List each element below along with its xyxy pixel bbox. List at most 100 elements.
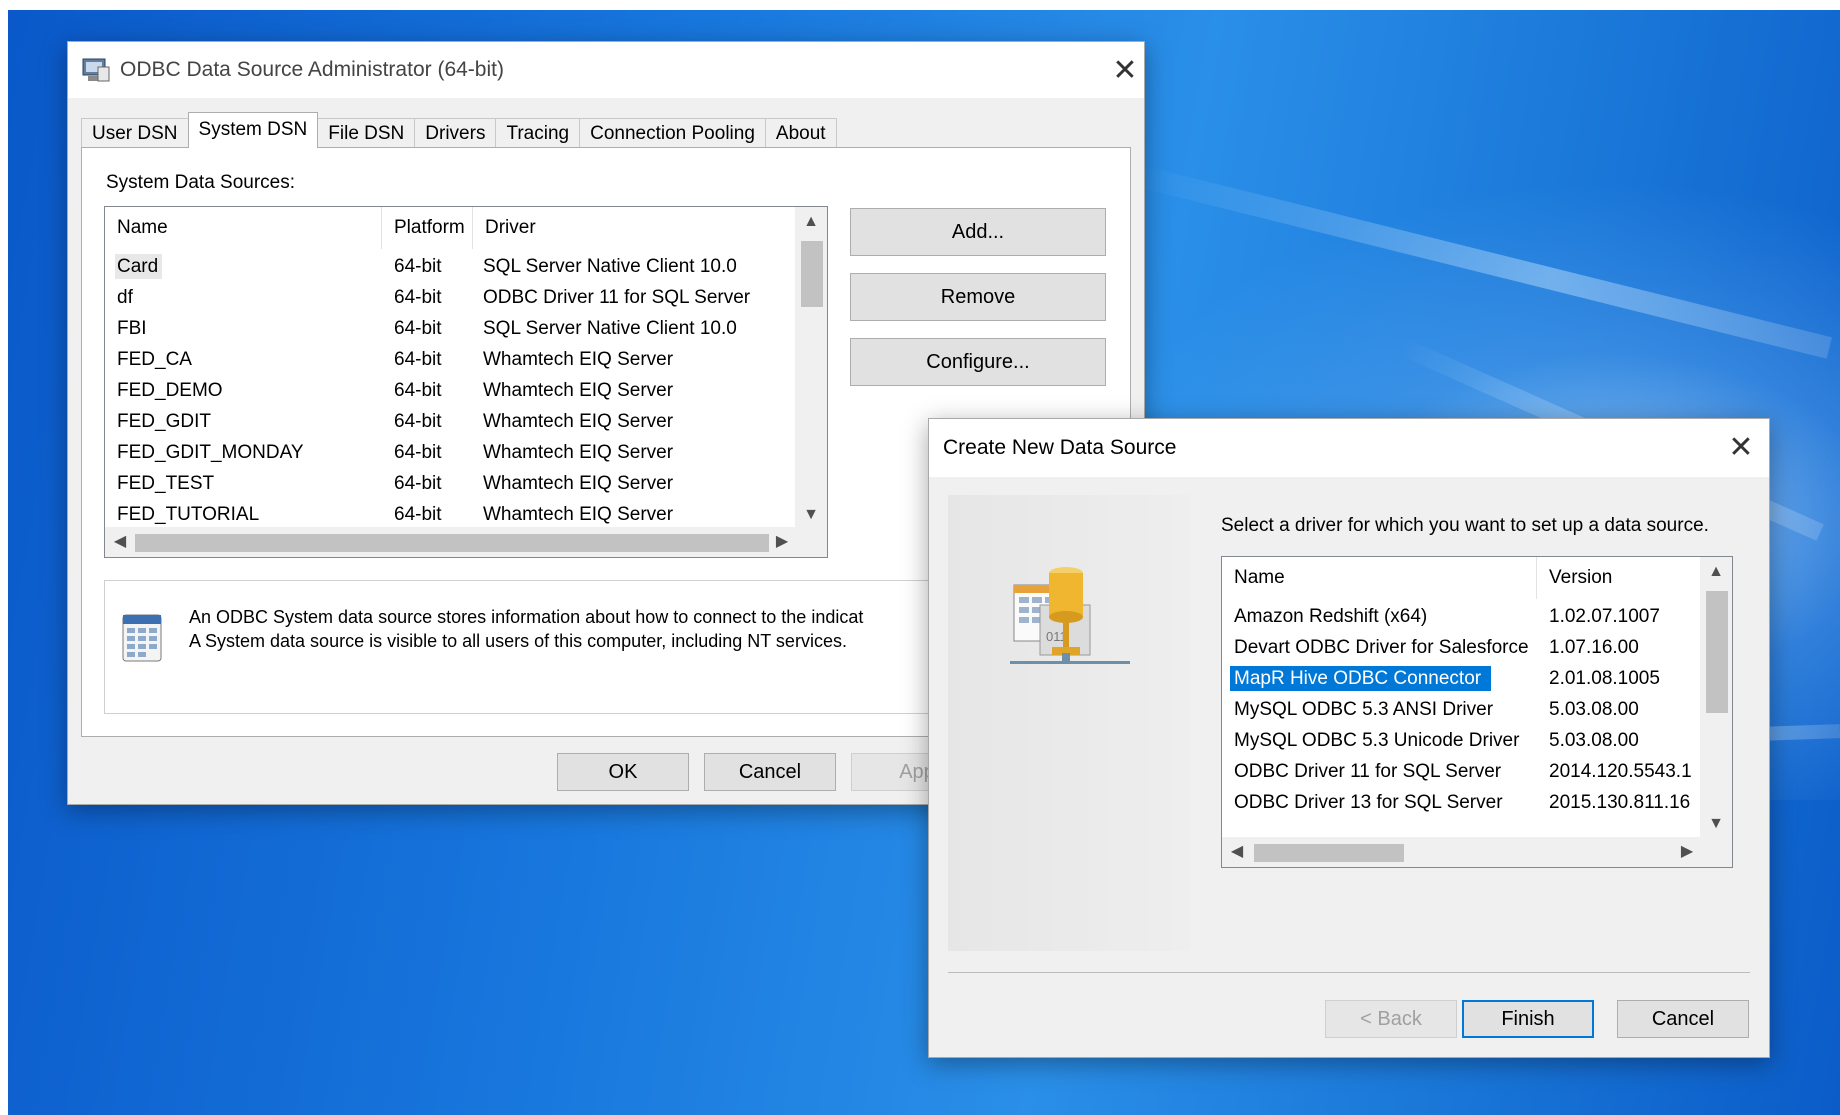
list-item[interactable]: FED_TEST 64-bit Whamtech EIQ Server bbox=[105, 468, 783, 499]
scrollbar-thumb[interactable] bbox=[801, 241, 823, 307]
dsn-platform: 64-bit bbox=[394, 411, 442, 432]
list-item[interactable]: ODBC Driver 11 for SQL Server 2014.120.55… bbox=[1222, 756, 1697, 787]
dsn-driver: ODBC Driver 11 for SQL Server bbox=[483, 287, 751, 308]
dsn-name: FED_GDIT_MONDAY bbox=[117, 442, 304, 463]
dsn-driver: SQL Server Native Client 10.0 bbox=[483, 256, 737, 277]
column-header-name[interactable]: Name bbox=[1222, 557, 1537, 599]
scrollbar-thumb[interactable] bbox=[1706, 591, 1728, 713]
list-item[interactable]: Card 64-bit SQL Server Native Client 10.0 bbox=[105, 251, 783, 282]
driver-name: Devart ODBC Driver for Salesforce bbox=[1234, 637, 1529, 658]
back-button[interactable]: < Back bbox=[1325, 1000, 1457, 1038]
close-icon[interactable]: ✕ bbox=[1719, 427, 1763, 467]
chevron-right-icon[interactable]: ▶ bbox=[767, 527, 797, 557]
driver-version: 2015.130.811.16 bbox=[1549, 792, 1691, 813]
list-item[interactable]: Devart ODBC Driver for Salesforce 1.07.16… bbox=[1222, 632, 1697, 663]
title-bar[interactable]: Create New Data Source ✕ bbox=[929, 419, 1769, 477]
dsn-platform: 64-bit bbox=[394, 318, 442, 339]
vertical-scrollbar[interactable]: ▲ ▼ bbox=[1700, 557, 1732, 839]
cancel-button[interactable]: Cancel bbox=[1617, 1000, 1749, 1038]
driver-name: ODBC Driver 13 for SQL Server bbox=[1234, 792, 1503, 813]
chevron-up-icon[interactable]: ▲ bbox=[795, 207, 827, 237]
window-title: ODBC Data Source Administrator (64-bit) bbox=[120, 58, 504, 81]
horizontal-scrollbar[interactable]: ◀ ▶ bbox=[105, 527, 827, 557]
description-line-1: An ODBC System data source stores inform… bbox=[189, 607, 864, 627]
list-item[interactable]: MySQL ODBC 5.3 ANSI Driver 5.03.08.00 bbox=[1222, 694, 1697, 725]
column-header-driver[interactable]: Driver bbox=[473, 207, 783, 249]
dsn-driver: SQL Server Native Client 10.0 bbox=[483, 318, 737, 339]
tab-file-dsn[interactable]: File DSN bbox=[317, 118, 416, 148]
driver-version: 1.07.16.00 bbox=[1549, 637, 1639, 658]
chevron-down-icon[interactable]: ▼ bbox=[795, 500, 827, 530]
cancel-button[interactable]: Cancel bbox=[704, 753, 836, 791]
list-rows: Card 64-bit SQL Server Native Client 10.0 … bbox=[105, 251, 783, 530]
chevron-down-icon[interactable]: ▼ bbox=[1700, 809, 1732, 839]
title-bar[interactable]: ODBC Data Source Administrator (64-bit) … bbox=[68, 42, 1144, 98]
list-item[interactable]: FED_GDIT 64-bit Whamtech EIQ Server bbox=[105, 406, 783, 437]
select-driver-prompt: Select a driver for which you want to se… bbox=[1221, 515, 1709, 536]
finish-button[interactable]: Finish bbox=[1462, 1000, 1594, 1038]
configure-button[interactable]: Configure... bbox=[850, 338, 1106, 386]
list-item[interactable]: FED_DEMO 64-bit Whamtech EIQ Server bbox=[105, 375, 783, 406]
tab-strip: User DSN System DSN File DSN Drivers Tra… bbox=[81, 112, 837, 148]
create-new-data-source-dialog: Create New Data Source ✕ 011 Select a dr… bbox=[928, 418, 1770, 1058]
dsn-name: Card bbox=[115, 254, 163, 279]
list-item[interactable]: FED_CA 64-bit Whamtech EIQ Server bbox=[105, 344, 783, 375]
dialog-title: Create New Data Source bbox=[943, 436, 1177, 459]
description-line-2: A System data source is visible to all u… bbox=[189, 631, 847, 651]
tab-connection-pooling[interactable]: Connection Pooling bbox=[579, 118, 766, 148]
column-header-name[interactable]: Name bbox=[105, 207, 382, 249]
list-item-selected[interactable]: MapR Hive ODBC Connector 2.01.08.1005 bbox=[1222, 663, 1697, 694]
tab-tracing[interactable]: Tracing bbox=[495, 118, 581, 148]
system-data-sources-label: System Data Sources: bbox=[106, 172, 296, 193]
dsn-name: df bbox=[117, 287, 133, 308]
close-icon[interactable]: ✕ bbox=[1103, 50, 1147, 90]
ok-button[interactable]: OK bbox=[557, 753, 689, 791]
chevron-left-icon[interactable]: ◀ bbox=[105, 527, 135, 557]
wizard-side-panel: 011 bbox=[948, 495, 1190, 951]
chevron-right-icon[interactable]: ▶ bbox=[1672, 837, 1702, 867]
tab-system-dsn[interactable]: System DSN bbox=[187, 112, 319, 148]
list-header: Name Platform Driver bbox=[105, 207, 783, 249]
scrollbar-thumb[interactable] bbox=[1254, 844, 1404, 862]
column-header-platform[interactable]: Platform bbox=[382, 207, 473, 249]
screen-frame-left bbox=[0, 0, 8, 1115]
list-item[interactable]: FED_GDIT_MONDAY 64-bit Whamtech EIQ Server bbox=[105, 437, 783, 468]
list-item[interactable]: Amazon Redshift (x64) 1.02.07.1007 bbox=[1222, 601, 1697, 632]
scrollbar-thumb[interactable] bbox=[135, 534, 769, 552]
driver-version: 5.03.08.00 bbox=[1549, 730, 1639, 751]
chevron-up-icon[interactable]: ▲ bbox=[1700, 557, 1732, 587]
dsn-platform: 64-bit bbox=[394, 287, 442, 308]
dsn-name: FED_TUTORIAL bbox=[117, 504, 260, 525]
list-item[interactable]: ODBC Driver 13 for SQL Server 2015.130.81… bbox=[1222, 787, 1697, 818]
wizard-separator bbox=[948, 972, 1750, 973]
chevron-left-icon[interactable]: ◀ bbox=[1222, 837, 1252, 867]
database-connector-icon: 011 bbox=[1010, 561, 1130, 681]
driver-version: 5.03.08.00 bbox=[1549, 699, 1639, 720]
driver-version: 2.01.08.1005 bbox=[1549, 668, 1660, 689]
tab-user-dsn[interactable]: User DSN bbox=[81, 118, 189, 148]
dsn-name: FED_TEST bbox=[117, 473, 215, 494]
odbc-app-icon bbox=[82, 57, 110, 83]
horizontal-scrollbar[interactable]: ◀ ▶ bbox=[1222, 837, 1732, 867]
column-header-version[interactable]: Version bbox=[1537, 557, 1697, 599]
tab-about[interactable]: About bbox=[764, 118, 837, 148]
driver-name: MapR Hive ODBC Connector bbox=[1230, 666, 1492, 691]
dsn-driver: Whamtech EIQ Server bbox=[483, 473, 674, 494]
vertical-scrollbar[interactable]: ▲ ▼ bbox=[795, 207, 827, 530]
list-item[interactable]: FBI 64-bit SQL Server Native Client 10.0 bbox=[105, 313, 783, 344]
add-button[interactable]: Add... bbox=[850, 208, 1106, 256]
remove-button[interactable]: Remove bbox=[850, 273, 1106, 321]
tab-drivers[interactable]: Drivers bbox=[414, 118, 497, 148]
data-source-icon bbox=[119, 611, 167, 665]
list-item[interactable]: MySQL ODBC 5.3 Unicode Driver 5.03.08.00 bbox=[1222, 725, 1697, 756]
driver-name: MySQL ODBC 5.3 Unicode Driver bbox=[1234, 730, 1520, 751]
dsn-name: FBI bbox=[117, 318, 147, 339]
driver-list[interactable]: Name Version Amazon Redshift (x64) 1.02.0… bbox=[1221, 556, 1733, 868]
dsn-platform: 64-bit bbox=[394, 442, 442, 463]
list-item[interactable]: FED_TUTORIAL 64-bit Whamtech EIQ Server bbox=[105, 499, 783, 530]
driver-name: ODBC Driver 11 for SQL Server bbox=[1234, 761, 1502, 782]
dsn-driver: Whamtech EIQ Server bbox=[483, 411, 674, 432]
system-data-sources-list[interactable]: Name Platform Driver Card 64-bit SQL Serve… bbox=[104, 206, 828, 558]
list-item[interactable]: df 64-bit ODBC Driver 11 for SQL Server bbox=[105, 282, 783, 313]
dsn-platform: 64-bit bbox=[394, 504, 442, 525]
